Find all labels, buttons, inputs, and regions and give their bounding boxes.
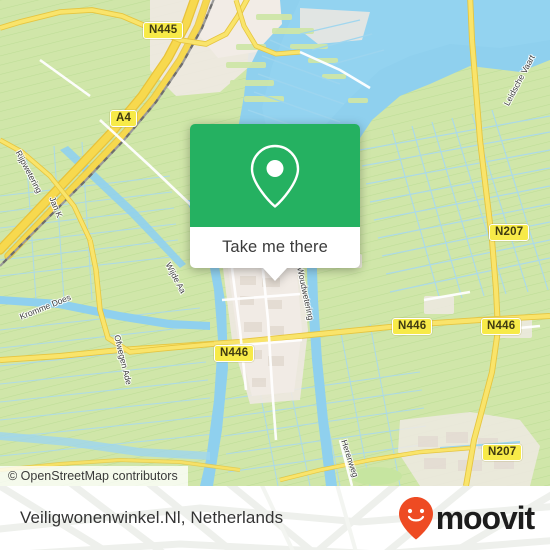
road-shield-n207-bottom[interactable]: N207 bbox=[482, 444, 523, 461]
location-popup-card[interactable]: Take me there bbox=[190, 124, 360, 281]
moovit-logo[interactable]: moovit bbox=[398, 496, 535, 540]
road-shield-a4[interactable]: A4 bbox=[110, 110, 138, 127]
osm-attribution[interactable]: © OpenStreetMap contributors bbox=[0, 466, 188, 486]
footer-bar: Veiligwonenwinkel.Nl, Netherlands moovit bbox=[0, 486, 550, 550]
location-pin-icon bbox=[250, 144, 300, 208]
road-shield-n207-right[interactable]: N207 bbox=[489, 224, 530, 241]
map-canvas[interactable]: N445 A4 N207 N446 N446 N446 N207 Rijpwet… bbox=[0, 0, 550, 486]
place-title: Veiligwonenwinkel.Nl, Netherlands bbox=[20, 508, 284, 527]
popup-tail-pointer bbox=[263, 268, 287, 281]
popup-header bbox=[190, 124, 360, 227]
road-shield-n445-top[interactable]: N445 bbox=[143, 22, 184, 39]
map-screenshot-page: N445 A4 N207 N446 N446 N446 N207 Rijpwet… bbox=[0, 0, 550, 550]
moovit-wordmark: moovit bbox=[435, 500, 535, 536]
road-shield-n446-left[interactable]: N446 bbox=[214, 345, 255, 362]
popup-footer[interactable]: Take me there bbox=[190, 227, 360, 281]
take-me-there-label: Take me there bbox=[222, 238, 328, 256]
road-shield-n446-center[interactable]: N446 bbox=[392, 318, 433, 335]
moovit-smiley-pin-icon bbox=[398, 497, 433, 540]
road-shield-n446-right[interactable]: N446 bbox=[481, 318, 522, 335]
